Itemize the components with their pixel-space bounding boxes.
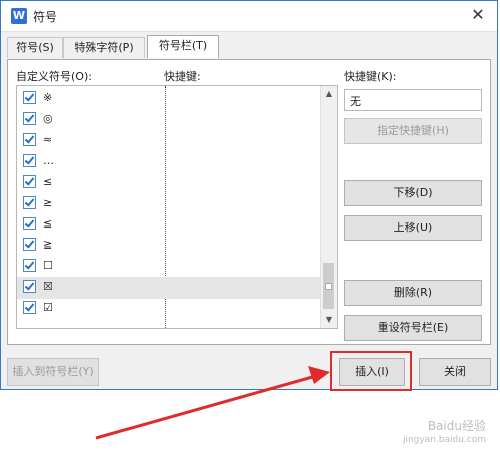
watermark-line-1: Baidu经验 (427, 419, 486, 433)
baidu-watermark: Baidu经验 jingyan.baidu.com (403, 419, 486, 447)
red-pointer-arrow-icon (95, 366, 330, 440)
watermark-line-2: jingyan.baidu.com (402, 435, 486, 445)
